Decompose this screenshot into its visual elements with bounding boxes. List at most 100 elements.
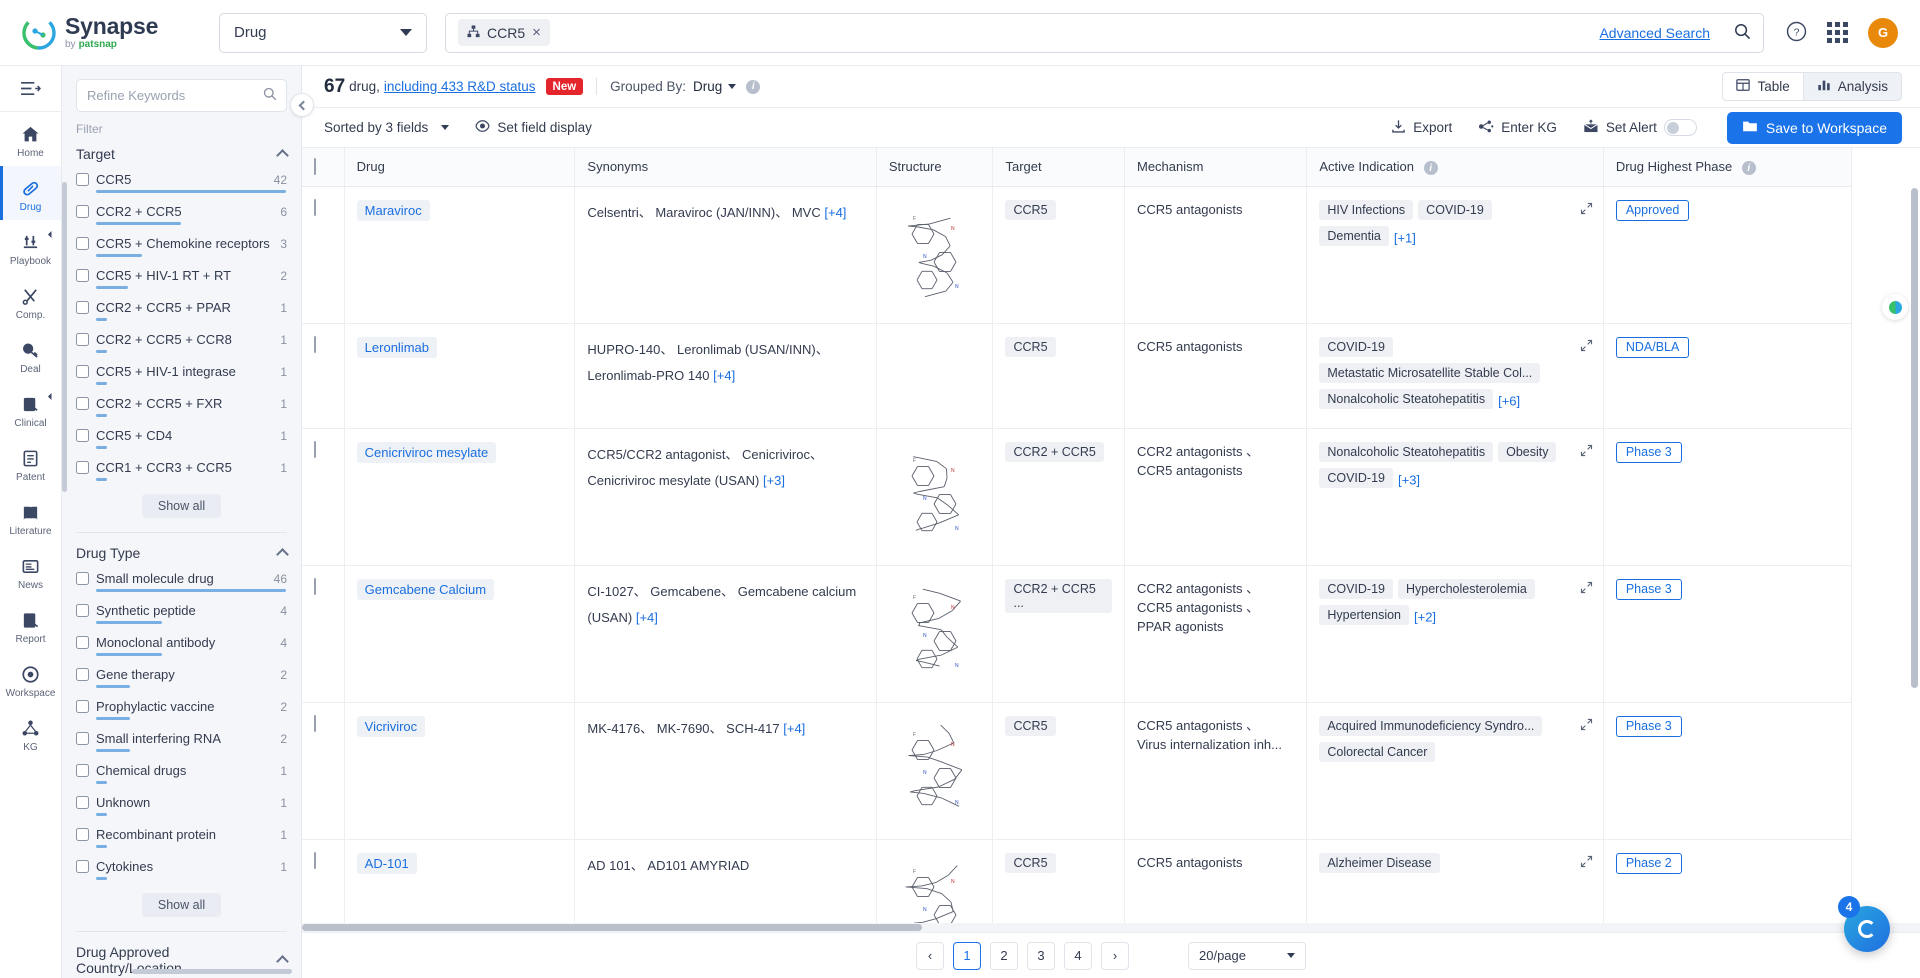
tab-analysis[interactable]: Analysis (1803, 72, 1902, 101)
refine-keywords-field[interactable] (76, 79, 287, 112)
drug-name-link[interactable]: Gemcabene Calcium (356, 578, 495, 600)
target-facet-row[interactable]: CCR2 + CCR5 + FXR 1 (76, 394, 287, 426)
cell-structure[interactable]: NNNF (876, 186, 994, 324)
expand-icon[interactable] (1580, 444, 1593, 460)
drug-name-link[interactable]: Leronlimab (356, 336, 437, 358)
target-facet-row[interactable]: CCR5 + HIV-1 integrase 1 (76, 362, 287, 394)
cell-structure[interactable]: NNNF (876, 839, 994, 932)
target-facet-row[interactable]: CCR5 + CD4 1 (76, 426, 287, 458)
facet-checkbox[interactable] (76, 237, 89, 250)
sorted-by-button[interactable]: Sorted by 3 fields (324, 120, 450, 135)
row-checkbox[interactable] (314, 335, 316, 353)
cell-structure[interactable]: NNNF (876, 565, 994, 703)
chevron-down-icon[interactable] (728, 84, 737, 89)
facet-checkbox[interactable] (76, 397, 89, 410)
info-icon[interactable]: i (1423, 161, 1438, 175)
facet-checkbox[interactable] (76, 604, 89, 617)
indication-more-link[interactable]: [+1] (1394, 230, 1416, 245)
indication-tag[interactable]: Alzheimer Disease (1319, 852, 1440, 873)
row-select-cell[interactable] (302, 186, 345, 324)
table-row[interactable]: AD-101AD 101、 AD101 AMYRIADNNNFCCR5CCR5 … (302, 839, 1853, 932)
sidebar-item-patent[interactable]: Patent (0, 436, 61, 490)
drugtype-facet-row[interactable]: Unknown 1 (76, 793, 287, 825)
target-facet-row[interactable]: CCR2 + CCR5 + CCR8 1 (76, 330, 287, 362)
row-checkbox[interactable] (314, 198, 316, 216)
table-horizontal-scrollbar[interactable] (302, 923, 1920, 932)
drug-name-link[interactable]: Maraviroc (356, 199, 430, 221)
table-row[interactable]: Leronlimab HUPRO-140、 Leronlimab (USAN/IN… (302, 323, 1853, 429)
sidebar-item-report[interactable]: Report (0, 598, 61, 652)
rail-toggle-button[interactable] (0, 66, 61, 112)
sidebar-item-clinical[interactable]: Clinical (0, 382, 61, 436)
row-select-cell[interactable] (302, 702, 345, 840)
facet-checkbox[interactable] (76, 796, 89, 809)
expand-icon[interactable] (1580, 718, 1593, 734)
cell-structure[interactable]: NNNF (876, 428, 994, 566)
entity-type-select[interactable]: Drug (219, 12, 427, 53)
grouped-by-value[interactable]: Drug (693, 79, 722, 94)
synonyms-more-link[interactable]: [+3] (763, 473, 785, 488)
drugtype-show-all[interactable]: Show all (62, 889, 301, 929)
indication-tag[interactable]: HIV Infections (1319, 199, 1414, 220)
pagination-page-3[interactable]: 3 (1027, 941, 1055, 970)
synonyms-more-link[interactable]: [+4] (636, 610, 658, 625)
col-active-indication[interactable]: Active Indication i (1306, 148, 1604, 187)
search-icon[interactable] (263, 87, 277, 104)
indication-tag[interactable]: Nonalcoholic Steatohepatitis (1319, 388, 1494, 409)
col-synonyms[interactable]: Synonyms (574, 148, 877, 187)
indication-more-link[interactable]: [+6] (1498, 393, 1520, 408)
facet-checkbox[interactable] (76, 732, 89, 745)
indication-tag[interactable]: Metastatic Microsatellite Stable Col... (1319, 362, 1541, 383)
save-to-workspace-button[interactable]: Save to Workspace (1726, 111, 1902, 144)
drugtype-facet-row[interactable]: Monoclonal antibody 4 (76, 633, 287, 665)
pagination-page-4[interactable]: 4 (1064, 941, 1092, 970)
target-tag[interactable]: CCR2 + CCR5 (1005, 441, 1104, 462)
target-facet-row[interactable]: CCR2 + CCR5 + PPAR 1 (76, 298, 287, 330)
set-alert-control[interactable]: Set Alert (1583, 118, 1697, 137)
row-select-cell[interactable] (302, 428, 345, 566)
expand-icon[interactable] (1580, 202, 1593, 218)
help-icon[interactable]: ? (1786, 21, 1807, 45)
drugtype-facet-row[interactable]: Chemical drugs 1 (76, 761, 287, 793)
info-icon[interactable]: i (1741, 161, 1756, 175)
refine-keywords-input[interactable] (87, 88, 263, 103)
indication-more-link[interactable]: [+3] (1398, 472, 1420, 487)
pagination-page-2[interactable]: 2 (990, 941, 1018, 970)
target-tag[interactable]: CCR5 (1005, 715, 1056, 736)
drug-name-link[interactable]: Vicriviroc (356, 715, 426, 737)
apps-grid-icon[interactable] (1827, 22, 1848, 43)
drugtype-facet-row[interactable]: Recombinant protein 1 (76, 825, 287, 857)
rnd-status-link[interactable]: including 433 R&D status (384, 79, 536, 94)
facet-checkbox[interactable] (76, 301, 89, 314)
sidebar-item-drug[interactable]: Drug (0, 166, 61, 220)
col-structure[interactable]: Structure (876, 148, 994, 187)
export-button[interactable]: Export (1391, 119, 1452, 137)
facet-checkbox[interactable] (76, 269, 89, 282)
drugtype-facet-row[interactable]: Cytokines 1 (76, 857, 287, 889)
col-drug-highest-phase[interactable]: Drug Highest Phase i (1603, 148, 1853, 187)
indication-more-link[interactable]: [+2] (1414, 609, 1436, 624)
table-vertical-scrollbar[interactable] (1911, 188, 1918, 688)
drugtype-facet-row[interactable]: Gene therapy 2 (76, 665, 287, 697)
target-tag[interactable]: CCR5 (1005, 199, 1056, 220)
row-checkbox[interactable] (314, 851, 316, 869)
target-facet-row[interactable]: CCR5 + HIV-1 RT + RT 2 (76, 266, 287, 298)
search-chip-ccr5[interactable]: CCR5 × (458, 19, 550, 46)
sidebar-item-kg[interactable]: KG (0, 706, 61, 760)
sidebar-item-playbook[interactable]: Playbook (0, 220, 61, 274)
target-facet-row[interactable]: CCR1 + CCR3 + CCR5 1 (76, 458, 287, 490)
row-checkbox[interactable] (314, 440, 316, 458)
facet-checkbox[interactable] (76, 636, 89, 649)
pagination-prev[interactable]: ‹ (916, 941, 944, 970)
facet-checkbox[interactable] (76, 700, 89, 713)
advanced-search-link[interactable]: Advanced Search (1599, 25, 1710, 41)
drug-name-link[interactable]: Cenicriviroc mesylate (356, 441, 497, 463)
logo[interactable]: Synapse by patsnap (22, 15, 197, 50)
indication-tag[interactable]: COVID-19 (1319, 578, 1393, 599)
enter-kg-button[interactable]: Enter KG (1478, 119, 1557, 137)
set-alert-toggle[interactable] (1663, 119, 1697, 136)
target-facet-row[interactable]: CCR5 42 (76, 170, 287, 202)
sidebar-item-news[interactable]: News (0, 544, 61, 598)
synonyms-more-link[interactable]: [+4] (824, 205, 846, 220)
facet-checkbox[interactable] (76, 860, 89, 873)
